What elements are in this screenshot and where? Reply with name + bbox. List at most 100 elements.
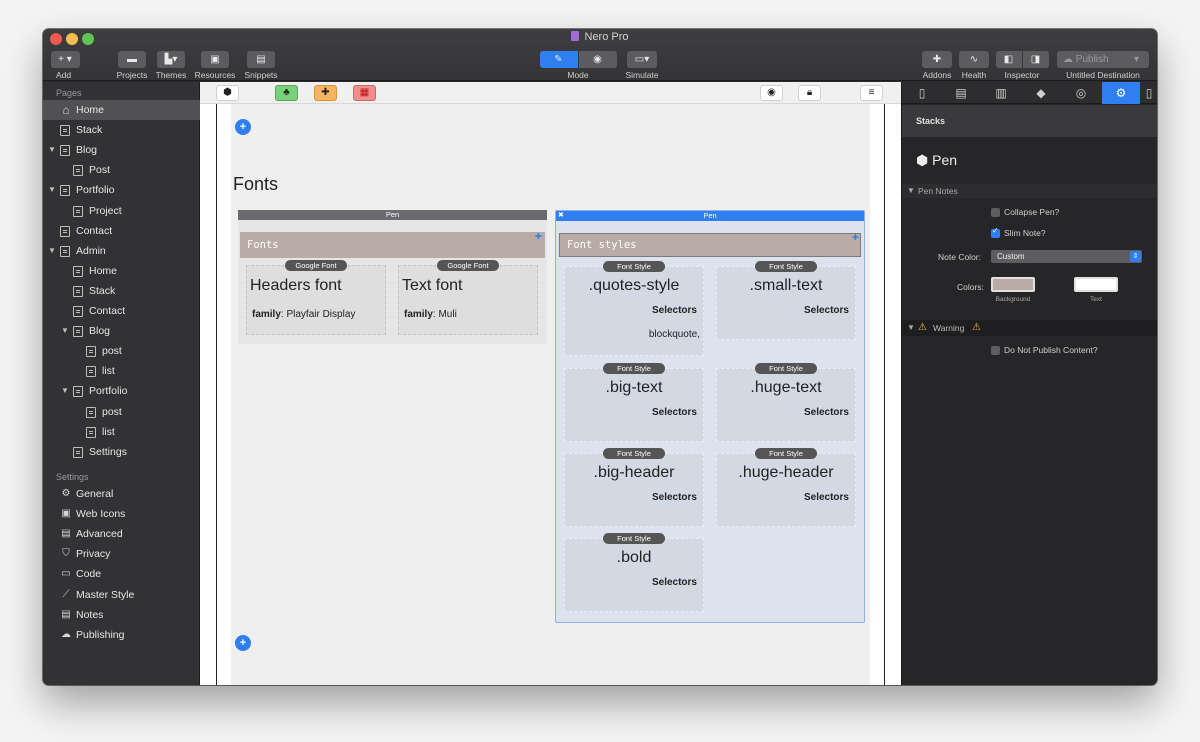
font-style-card[interactable]: Font Style .big-text Selectors xyxy=(564,363,704,442)
stack-icon[interactable]: ⬢ xyxy=(216,85,239,101)
font-style-card[interactable]: Font Style .bold Selectors xyxy=(564,533,704,612)
sidebar-page-item[interactable]: ▼ Portfolio xyxy=(43,381,200,401)
addons-icon[interactable]: ✚ xyxy=(922,51,952,68)
slim-note-checkbox[interactable] xyxy=(991,226,1000,238)
sidebar-page-item[interactable]: list xyxy=(43,361,200,381)
font-style-card[interactable]: Font Style .quotes-style Selectors blockquo… xyxy=(564,261,704,356)
disclosure-triangle-icon[interactable]: ▼ xyxy=(48,140,56,160)
sidebar-page-item[interactable]: list xyxy=(43,422,200,442)
publish-toolbar-item[interactable]: ☁ Publish ▾ Untitled Destination xyxy=(1057,49,1149,80)
health-toolbar-item[interactable]: ∿ Health xyxy=(958,49,990,80)
pen-left[interactable]: Pen Fonts ✚ Google Font Headers font famil… xyxy=(238,210,547,344)
add-button[interactable]: + ▾ xyxy=(50,51,80,68)
addons-toolbar-item[interactable]: ✚ Addons xyxy=(921,49,953,80)
sidebar-page-item[interactable]: Project xyxy=(43,201,200,221)
sidebar-page-item[interactable]: ▼ Blog xyxy=(43,321,200,341)
layout-tab-icon[interactable]: ▯ xyxy=(903,82,941,104)
pen-right-note-title[interactable]: Font styles xyxy=(559,233,861,257)
fonts-heading[interactable]: Fonts xyxy=(233,174,278,195)
sidebar-page-item[interactable]: Home xyxy=(43,261,200,281)
header-tab-icon[interactable]: ▥ xyxy=(982,82,1020,104)
eye-icon[interactable]: ◉ xyxy=(760,85,783,101)
sidebar-page-item[interactable]: Contact xyxy=(43,221,200,241)
close-icon[interactable]: ✖ xyxy=(558,211,564,221)
text-color-swatch[interactable] xyxy=(1074,277,1118,292)
sidebar-page-item[interactable]: ▼ Blog xyxy=(43,140,200,160)
themes-toolbar-item[interactable]: ▙▾ Themes xyxy=(154,49,188,80)
background-color-swatch[interactable] xyxy=(991,277,1035,292)
group-icon[interactable]: ♣ xyxy=(275,85,298,101)
health-icon[interactable]: ∿ xyxy=(959,51,989,68)
font-style-card[interactable]: Font Style .huge-text Selectors xyxy=(716,363,856,442)
projects-toolbar-item[interactable]: ▬ Projects xyxy=(115,49,149,80)
snippets-icon[interactable]: ▤ xyxy=(247,51,275,68)
disclosure-triangle-icon[interactable]: ▼ xyxy=(48,241,56,261)
sidebar-page-item[interactable]: Post xyxy=(43,160,200,180)
themes-icon[interactable]: ▙▾ xyxy=(157,51,185,68)
simulate-toolbar-item[interactable]: ▭▾ Simulate xyxy=(623,49,661,80)
google-font-card[interactable]: Google Font Text font family: Muli xyxy=(398,260,538,335)
mode-toolbar-item[interactable]: ✎ ◉ Mode xyxy=(538,49,618,80)
sidebar-settings-item[interactable]: ▤ Notes xyxy=(43,605,200,625)
sidebar-page-item[interactable]: ⌂ Home xyxy=(43,100,200,120)
resources-toolbar-item[interactable]: ▣ Resources xyxy=(193,49,237,80)
sidebar-settings-item[interactable]: ▣ Web Icons xyxy=(43,504,200,524)
tag-tab-icon[interactable]: ◆ xyxy=(1022,82,1060,104)
pin-icon[interactable]: ✚ xyxy=(852,233,859,242)
right-panel-icon[interactable]: ◨ xyxy=(1022,51,1049,68)
note-color-select[interactable]: Custom ⇕ xyxy=(991,250,1142,263)
font-style-card[interactable]: Font Style .huge-header Selectors xyxy=(716,448,856,527)
disclosure-triangle-icon[interactable]: ▼ xyxy=(61,381,69,401)
sidebar-page-item[interactable]: Stack xyxy=(43,281,200,301)
font-style-card[interactable]: Font Style .big-header Selectors xyxy=(564,448,704,527)
add-stack-button-top[interactable]: + xyxy=(235,119,251,135)
pin-icon[interactable]: ✚ xyxy=(535,232,542,241)
google-font-card[interactable]: Google Font Headers font family: Playfair … xyxy=(246,260,386,335)
sidebar-settings-item[interactable]: ▭ Code xyxy=(43,564,200,584)
sidebar-page-item[interactable]: post xyxy=(43,341,200,361)
pen-left-bar[interactable]: Pen xyxy=(238,210,547,220)
grid-icon[interactable]: ▦ xyxy=(353,85,376,101)
lock-icon[interactable]: 🔒︎ xyxy=(798,85,821,101)
simulate-icon[interactable]: ▭▾ xyxy=(627,51,657,68)
collapse-pen-checkbox[interactable] xyxy=(991,208,1000,217)
sidebar-settings-item[interactable]: ⚙ General xyxy=(43,484,200,504)
sidebar-page-item[interactable]: Settings xyxy=(43,442,200,462)
add-toolbar-item[interactable]: + ▾ Add xyxy=(50,49,80,80)
sidebar-page-item[interactable]: Stack xyxy=(43,120,200,140)
snippets-toolbar-item[interactable]: ▤ Snippets xyxy=(241,49,281,80)
pen-right[interactable]: Pen ✖ Font styles ✚ Font Style .quotes-st… xyxy=(555,210,865,623)
pen-right-bar[interactable]: Pen xyxy=(556,211,864,221)
resources-icon[interactable]: ▣ xyxy=(201,51,229,68)
sidebar-settings-item[interactable]: ▤ Advanced xyxy=(43,524,200,544)
page-tab-icon[interactable]: ▤ xyxy=(942,82,980,104)
gear-tab-icon[interactable]: ⚙ xyxy=(1102,82,1140,104)
edit-mode-icon[interactable]: ✎ xyxy=(539,51,578,68)
more-tab-icon[interactable]: ▯ xyxy=(1140,82,1157,104)
sidebar-settings-item[interactable]: ⛉ Privacy xyxy=(43,544,200,564)
inspector-toolbar-item[interactable]: ◧ ◨ Inspector xyxy=(993,49,1051,80)
disclosure-triangle-icon[interactable]: ▼ xyxy=(907,186,915,195)
sidebar-page-item[interactable]: post xyxy=(43,402,200,422)
sidebar-page-item[interactable]: Contact xyxy=(43,301,200,321)
sliders-icon[interactable]: ≡ xyxy=(860,85,883,101)
left-panel-icon[interactable]: ◧ xyxy=(995,51,1022,68)
select-arrows-icon[interactable]: ⇕ xyxy=(1130,251,1141,262)
sidebar-page-item[interactable]: ▼ Portfolio xyxy=(43,180,200,200)
disclosure-triangle-icon[interactable]: ▼ xyxy=(907,323,915,332)
projects-icon[interactable]: ▬ xyxy=(118,51,146,68)
sidebar-page-item[interactable]: ▼ Admin xyxy=(43,241,200,261)
plugin-icon[interactable]: ✚ xyxy=(314,85,337,101)
chevron-down-icon[interactable]: ▾ xyxy=(1134,51,1139,68)
font-style-card[interactable]: Font Style .small-text Selectors xyxy=(716,261,856,340)
pen-notes-header[interactable]: ▼ Pen Notes xyxy=(902,184,1157,198)
preview-mode-icon[interactable]: ◉ xyxy=(578,51,617,68)
pen-left-note-title[interactable]: Fonts xyxy=(240,232,545,258)
disclosure-triangle-icon[interactable]: ▼ xyxy=(61,321,69,341)
inspector-segmented-control[interactable]: ◧ ◨ xyxy=(995,51,1049,68)
add-stack-button-bottom[interactable]: + xyxy=(235,635,251,651)
sidebar-settings-item[interactable]: ☁ Publishing xyxy=(43,625,200,645)
do-not-publish-checkbox[interactable] xyxy=(991,346,1000,355)
warning-header[interactable]: ▼ ⚠ Warning ⚠ xyxy=(902,320,1157,336)
sidebar-settings-item[interactable]: ⟋ Master Style xyxy=(43,585,200,605)
